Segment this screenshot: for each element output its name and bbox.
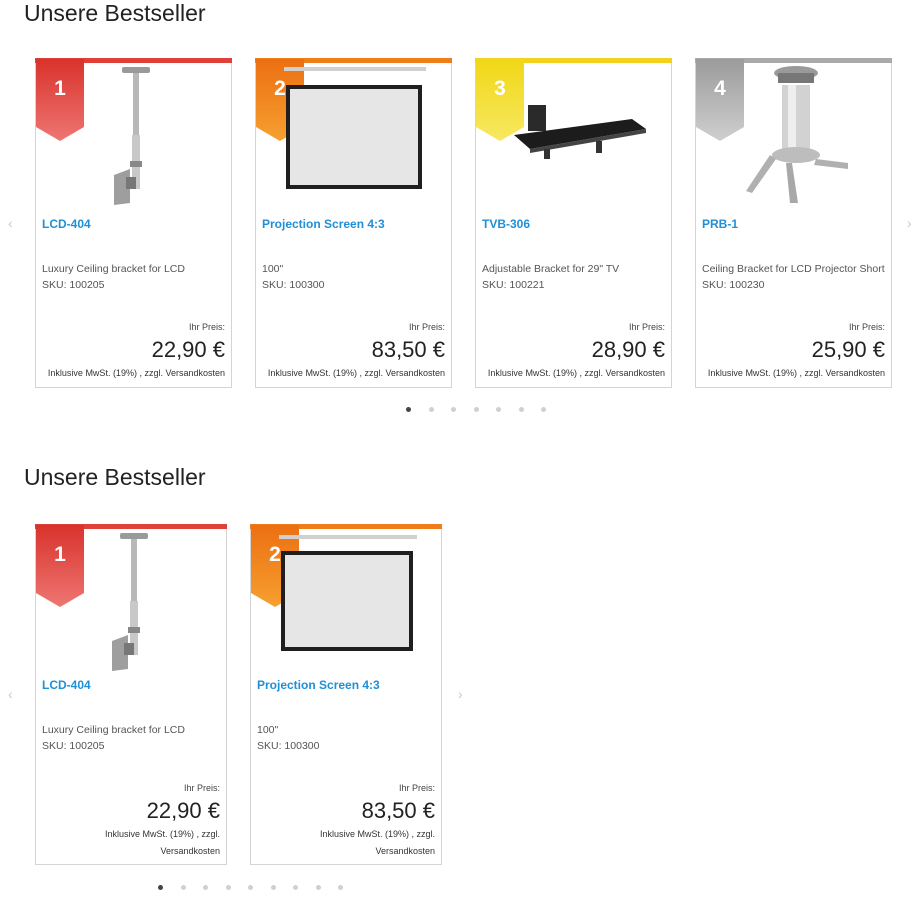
product-name-link[interactable]: LCD-404	[42, 678, 91, 692]
carousel-pagination	[158, 885, 361, 890]
carousel-dot[interactable]	[203, 885, 208, 890]
section-title: Unsere Bestseller	[24, 464, 206, 490]
chevron-left-icon[interactable]: ‹	[8, 686, 13, 702]
tax-info-line2: Versandkosten	[160, 846, 220, 856]
price-label: Ihr Preis:	[398, 783, 435, 793]
product-price: 83,50 €	[361, 798, 435, 823]
product-name-link[interactable]: Projection Screen 4:3	[257, 678, 380, 692]
carousel-dot[interactable]	[225, 885, 231, 890]
carousel-dot[interactable]	[158, 885, 163, 890]
tax-info-line1: Inklusive MwSt. (19%) , zzgl.	[319, 829, 435, 839]
projection-screen-image	[279, 535, 417, 651]
price-label: Ihr Preis:	[183, 783, 220, 793]
carousel-dot[interactable]	[248, 885, 253, 890]
ceiling-bracket-image	[112, 533, 148, 671]
tax-info-line1: Inklusive MwSt. (19%) , zzgl.	[104, 829, 220, 839]
chevron-right-icon[interactable]: ›	[458, 686, 463, 702]
carousel-dot[interactable]	[315, 885, 321, 890]
product-price: 22,90 €	[146, 798, 220, 823]
product-sku: SKU: 100300	[257, 740, 320, 752]
carousel-dot[interactable]	[338, 885, 343, 890]
tax-info-line2: Versandkosten	[375, 846, 435, 856]
rank-ribbon: 1	[36, 525, 84, 607]
product-card[interactable]: 1 LCD-404 Luxury Ceiling bracket for LCD…	[35, 524, 227, 865]
bestseller-section-2: Unsere Bestseller ‹ › 1 LCD-404 Luxury C…	[0, 0, 922, 897]
product-card[interactable]: 2 Projection Screen 4:3 100" SKU: 100300…	[250, 524, 442, 865]
product-description: Luxury Ceiling bracket for LCD	[42, 724, 185, 736]
carousel-dot[interactable]	[180, 885, 186, 890]
carousel-dot[interactable]	[270, 885, 276, 890]
carousel-dot[interactable]	[293, 885, 298, 890]
product-description: 100"	[257, 724, 279, 736]
product-sku: SKU: 100205	[42, 740, 105, 752]
